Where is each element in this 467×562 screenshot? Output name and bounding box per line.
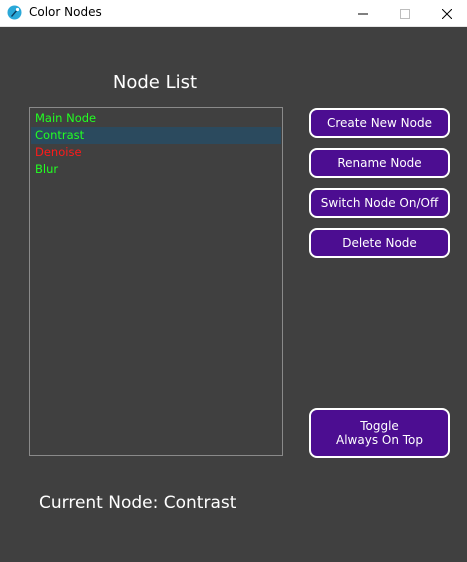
app-logo-icon	[7, 5, 22, 20]
delete-node-button[interactable]: Delete Node	[309, 228, 450, 258]
node-list-heading: Node List	[112, 72, 198, 93]
app-window: Color Nodes Node List Main Node Contrast D…	[0, 0, 467, 562]
minimize-icon	[358, 4, 368, 23]
node-listbox[interactable]: Main Node Contrast Denoise Blur	[29, 107, 283, 456]
always-on-top-button[interactable]: Toggle Always On Top	[309, 408, 450, 458]
rename-node-button[interactable]: Rename Node	[309, 148, 450, 178]
create-node-button[interactable]: Create New Node	[309, 108, 450, 138]
close-icon	[441, 4, 453, 23]
current-node-label: Current Node: Contrast	[39, 493, 237, 513]
node-list-item[interactable]: Blur	[31, 161, 281, 178]
close-button[interactable]	[427, 0, 467, 26]
always-on-top-label-line1: Toggle	[360, 419, 399, 433]
title-bar: Color Nodes	[0, 0, 467, 27]
minimize-button[interactable]	[343, 0, 383, 26]
node-list-item[interactable]: Contrast	[31, 127, 281, 144]
window-title: Color Nodes	[29, 5, 102, 19]
node-list-item[interactable]: Main Node	[31, 110, 281, 127]
maximize-button[interactable]	[385, 0, 425, 26]
always-on-top-label-line2: Always On Top	[336, 433, 423, 447]
maximize-icon	[400, 4, 410, 23]
switch-node-toggle-button[interactable]: Switch Node On/Off	[309, 188, 450, 218]
node-list-item[interactable]: Denoise	[31, 144, 281, 161]
